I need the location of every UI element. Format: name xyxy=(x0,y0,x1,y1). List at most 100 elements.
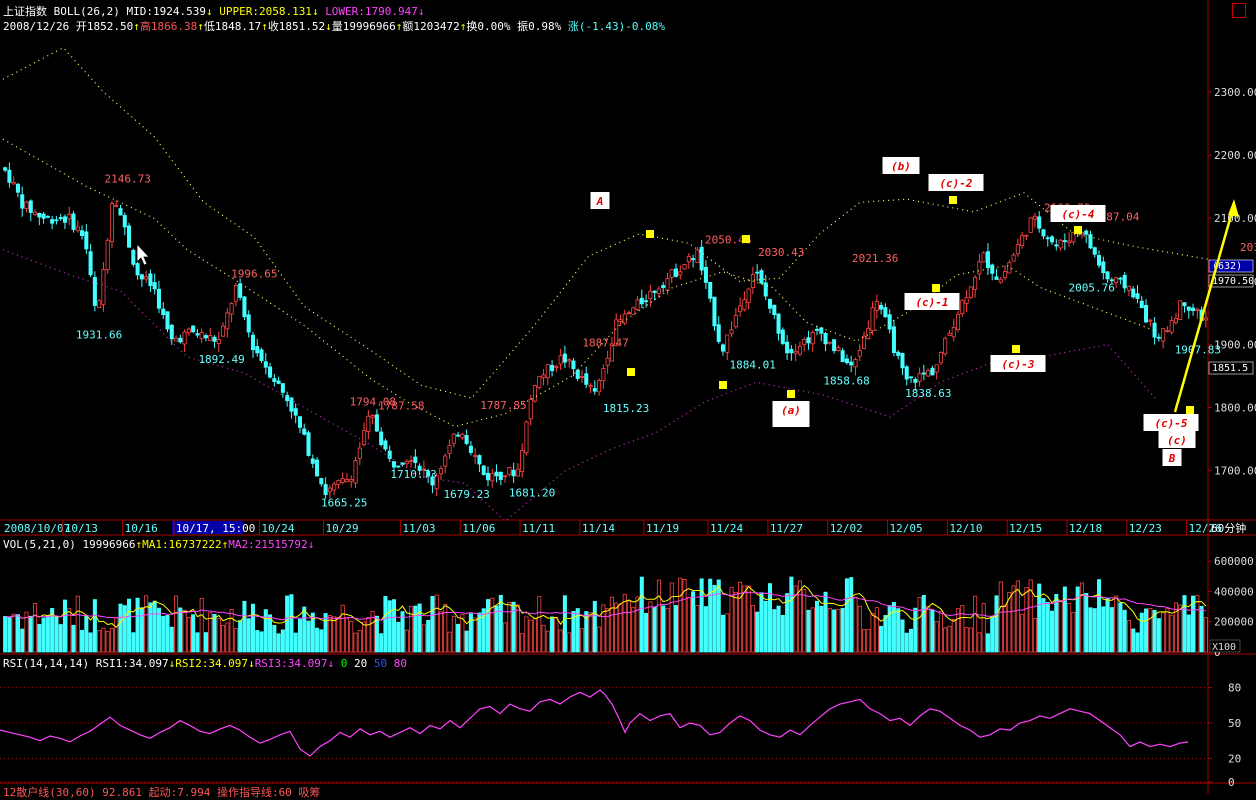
candle-body xyxy=(669,269,674,278)
candle-body xyxy=(327,487,332,493)
candle-body xyxy=(293,408,298,416)
candle-body xyxy=(661,285,666,288)
volume-bar xyxy=(54,616,59,653)
candle-body xyxy=(191,325,196,333)
volume-bar xyxy=(1041,598,1046,653)
candle-body xyxy=(212,336,217,342)
volume-bar xyxy=(7,617,12,653)
volume-bar xyxy=(191,614,196,653)
candle-body xyxy=(280,383,285,393)
volume-bar xyxy=(374,615,379,653)
volume-bar xyxy=(174,595,179,653)
volume-bar xyxy=(716,579,721,653)
candle-body xyxy=(883,307,888,318)
candle-body xyxy=(272,378,277,382)
candle-body xyxy=(545,364,550,379)
volume-bar xyxy=(152,600,157,653)
candle-body xyxy=(263,361,268,368)
volume-bar xyxy=(349,620,354,653)
volume-bar xyxy=(80,629,85,653)
volume-bar xyxy=(956,608,961,653)
date-tick-label: 11/24 xyxy=(710,522,743,535)
volume-bar xyxy=(763,600,768,653)
candle-body xyxy=(532,385,538,402)
volume-bar xyxy=(332,616,337,653)
candle-body xyxy=(315,459,320,477)
volume-bar xyxy=(62,599,67,653)
candle-body xyxy=(930,367,935,376)
volume-bar xyxy=(306,620,311,653)
volume-bar xyxy=(11,613,16,653)
candle-body xyxy=(485,472,491,481)
volume-bar xyxy=(733,591,738,653)
window-box-icon[interactable] xyxy=(1232,3,1246,18)
candle-body xyxy=(62,216,67,223)
candle-body xyxy=(118,208,123,216)
volume-bar xyxy=(725,613,730,653)
price-annotation: 1787.58 xyxy=(378,399,424,412)
volume-bar xyxy=(661,605,666,653)
candle-body xyxy=(742,299,747,310)
wave-label: (c)-5 xyxy=(1154,417,1187,430)
candle-body xyxy=(622,313,627,324)
volume-bar xyxy=(951,618,956,653)
candle-body xyxy=(575,369,580,379)
volume-bar xyxy=(520,633,525,653)
candle-body xyxy=(344,479,350,483)
volume-bar xyxy=(212,614,217,653)
price-tick-label: 1800.00 xyxy=(1214,402,1256,415)
volume-bar xyxy=(908,628,914,653)
candle-body xyxy=(503,475,508,478)
candle-body xyxy=(567,359,572,362)
candle-body xyxy=(443,455,448,467)
date-tick-label: 11/03 xyxy=(402,522,435,535)
volume-bar xyxy=(708,578,713,653)
candle-body xyxy=(148,273,153,287)
candle-body xyxy=(879,304,884,310)
volume-bar xyxy=(879,625,884,653)
volume-bar xyxy=(541,624,546,653)
price-tag-label: 1970.50 xyxy=(1212,276,1254,287)
candle-body xyxy=(447,445,452,454)
candle-body xyxy=(498,471,503,480)
candle-body xyxy=(1195,308,1200,311)
volume-bar xyxy=(1058,601,1063,653)
volume-bar xyxy=(293,632,298,653)
candle-body xyxy=(127,225,132,248)
date-tick-label: 10/29 xyxy=(325,522,358,535)
volume-bar xyxy=(691,591,696,653)
volume-bar xyxy=(178,607,183,653)
candle-body xyxy=(631,307,636,315)
volume-bar xyxy=(135,597,140,653)
wave-marker xyxy=(627,368,635,376)
bottom-indicator-cut: 12散户线(30,60) 92.861 起动:7.994 操作指导线:60 吸筹 xyxy=(3,786,321,799)
volume-bar xyxy=(233,628,238,653)
wave-marker xyxy=(1012,345,1020,353)
candle-body xyxy=(985,251,990,268)
volume-bar xyxy=(327,615,332,653)
volume-bar xyxy=(1067,602,1072,653)
volume-bar xyxy=(199,597,204,653)
volume-bar xyxy=(810,607,815,653)
wave-label: (c)-3 xyxy=(1001,358,1034,371)
candle-body xyxy=(370,415,375,418)
candle-body xyxy=(400,462,405,465)
volume-bar xyxy=(1148,608,1153,653)
volume-bar xyxy=(883,615,888,653)
wave-label: B xyxy=(1168,452,1176,465)
candle-body xyxy=(101,268,106,305)
bar-turnover: 换0.00% xyxy=(466,20,511,33)
candle-body xyxy=(246,314,251,333)
candle-body xyxy=(1011,254,1016,262)
volume-bar xyxy=(814,600,820,653)
volume-bar xyxy=(1045,601,1050,653)
volume-bar xyxy=(1169,614,1174,653)
candle-body xyxy=(579,375,585,378)
volume-bar xyxy=(195,632,200,653)
candle-body xyxy=(259,349,264,362)
volume-bar xyxy=(1131,628,1136,653)
volume-bar xyxy=(964,627,969,653)
candle-body xyxy=(964,297,969,304)
volume-bar xyxy=(494,605,499,653)
vol-unit-label: X100 xyxy=(1212,642,1236,653)
